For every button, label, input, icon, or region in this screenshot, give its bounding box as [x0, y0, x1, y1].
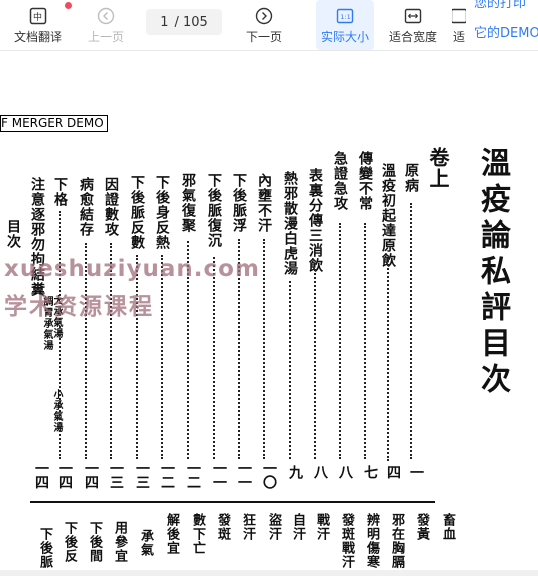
translate-label: 文档翻译 — [13, 30, 62, 44]
lower-entry: 下後脈 — [37, 527, 52, 569]
entry-text: 溫疫初起達原飲 — [380, 163, 396, 268]
actual-size-icon: 1:1 — [336, 6, 354, 26]
lower-entry: 下後間 — [87, 521, 102, 563]
lower-entry: 畜血 — [440, 513, 455, 541]
page-number: 一四 — [33, 461, 49, 489]
page-total: / 105 — [174, 14, 208, 30]
pdf-toolbar: 中 文档翻译 上一页 1 / 105 下一页 1:1 实际大小 适合宽度 适 您… — [0, 0, 538, 50]
entry-text: 病愈結存 — [78, 177, 94, 237]
lower-entry: 盜汗 — [266, 513, 281, 541]
lower-entry: 解後宜 — [164, 513, 179, 555]
demo-notice-line1: 您的打印 — [474, 0, 527, 11]
entry-text: 下後脈浮 — [231, 173, 247, 233]
chevron-right-icon — [255, 6, 273, 26]
entry-text: 下後脈反數 — [129, 175, 145, 250]
page-number: 四 — [385, 465, 401, 479]
page-indicator[interactable]: 1 / 105 — [146, 9, 222, 35]
lower-entry: 發斑 — [215, 513, 230, 541]
lower-entry: 承氣 — [138, 529, 153, 557]
actual-size-button[interactable]: 1:1 实际大小 — [316, 0, 374, 50]
entry-text: 因證數攻 — [103, 177, 119, 237]
demo-notice-line2: 它的DEMO — [474, 26, 538, 41]
lower-entry: 狂汗 — [240, 513, 255, 541]
prev-page-button[interactable]: 上一页 — [84, 0, 128, 50]
leader-dots — [339, 223, 343, 459]
lower-entry: 戰汗 — [314, 513, 329, 541]
horizontal-scrollbar[interactable] — [0, 570, 538, 576]
lower-entry: 發斑戰汗 — [339, 513, 354, 569]
entry-text: 急證急攻 — [332, 151, 348, 211]
fit-width-icon — [404, 6, 422, 26]
leader-dots — [410, 203, 414, 459]
svg-text:中: 中 — [33, 11, 42, 23]
lower-entry: 邪在胸膈 — [389, 513, 404, 569]
cut-off-label: 适 — [452, 30, 465, 44]
watermark-text: 学术资源课程 — [4, 294, 154, 320]
volume-label: 卷上 — [426, 147, 450, 189]
actual-size-label: 实际大小 — [320, 30, 369, 44]
cut-off-icon — [452, 6, 466, 26]
chevron-left-icon — [97, 6, 115, 26]
merger-demo-stamp: F MERGER DEMO — [0, 115, 108, 132]
document-viewport[interactable]: F MERGER DEMO 溫疫論私評目次 卷上 原病 溫疫初起達原飲 傳變不常… — [0, 51, 538, 576]
leader-dots — [314, 269, 318, 459]
entry-text: 下格 — [52, 177, 68, 207]
page-number: 一一 — [236, 461, 252, 489]
leader-dots — [213, 257, 217, 459]
entry-text: 熱邪散漫白虎湯 — [282, 171, 298, 276]
page-number: 一一 — [211, 461, 227, 489]
page-number: 一四 — [57, 461, 73, 489]
fit-width-label: 适合宽度 — [388, 30, 437, 44]
page-number: 一二 — [185, 461, 201, 489]
section-rule — [30, 501, 435, 503]
notification-dot — [65, 2, 72, 9]
leader-dots — [263, 239, 267, 459]
lower-entry: 用參宜 — [112, 521, 127, 563]
page-number: 一三 — [108, 461, 124, 489]
lower-entry: 發黃 — [414, 513, 429, 541]
leader-dots — [289, 281, 293, 459]
entry-text: 下後脈復沉 — [206, 173, 222, 248]
document-title: 溫疫論私評目次 — [475, 147, 510, 399]
entry-text: 下後身反熱 — [154, 175, 170, 250]
leader-dots — [161, 255, 165, 459]
translate-icon: 中 — [29, 6, 47, 26]
prev-page-label: 上一页 — [87, 30, 124, 44]
translate-button[interactable]: 中 文档翻译 — [12, 0, 72, 50]
leader-dots — [136, 255, 140, 459]
watermark-url: xueshuziyuan.com — [4, 256, 260, 282]
page-number: 一 — [408, 465, 424, 479]
fit-width-button[interactable]: 适合宽度 — [386, 0, 440, 50]
page-number: 一三 — [134, 461, 150, 489]
entry-text: 邪氣復聚 — [180, 173, 196, 233]
lower-entry: 下後反 — [62, 521, 77, 563]
leader-dots — [364, 223, 368, 459]
page-number: 一四 — [83, 461, 99, 489]
entry-text: 傳變不常 — [357, 151, 373, 211]
entry-text: 原病 — [403, 163, 419, 193]
leader-dots — [387, 257, 391, 461]
page-number: 一二 — [159, 461, 175, 489]
next-page-label: 下一页 — [245, 30, 282, 44]
leader-dots — [59, 211, 63, 459]
entry-text: 內壅不汗 — [256, 173, 272, 233]
next-page-button[interactable]: 下一页 — [242, 0, 286, 50]
page-number: 一〇 — [261, 461, 277, 489]
cut-off-button[interactable]: 适 — [452, 0, 466, 50]
page-number: 九 — [287, 465, 303, 479]
lower-entry: 自汗 — [290, 513, 305, 541]
page-number: 七 — [362, 465, 378, 479]
lower-entry: 數下亡 — [190, 513, 205, 555]
page-current-input[interactable]: 1 — [160, 15, 168, 30]
entry-text: 表裏分傳三消飲 — [307, 168, 323, 273]
entry-text: 目次 — [5, 219, 21, 249]
page-number: 八 — [337, 465, 353, 479]
page-number: 八 — [312, 465, 328, 479]
lower-entry: 辨明傷寒 — [364, 513, 379, 569]
svg-text:1:1: 1:1 — [340, 13, 350, 21]
